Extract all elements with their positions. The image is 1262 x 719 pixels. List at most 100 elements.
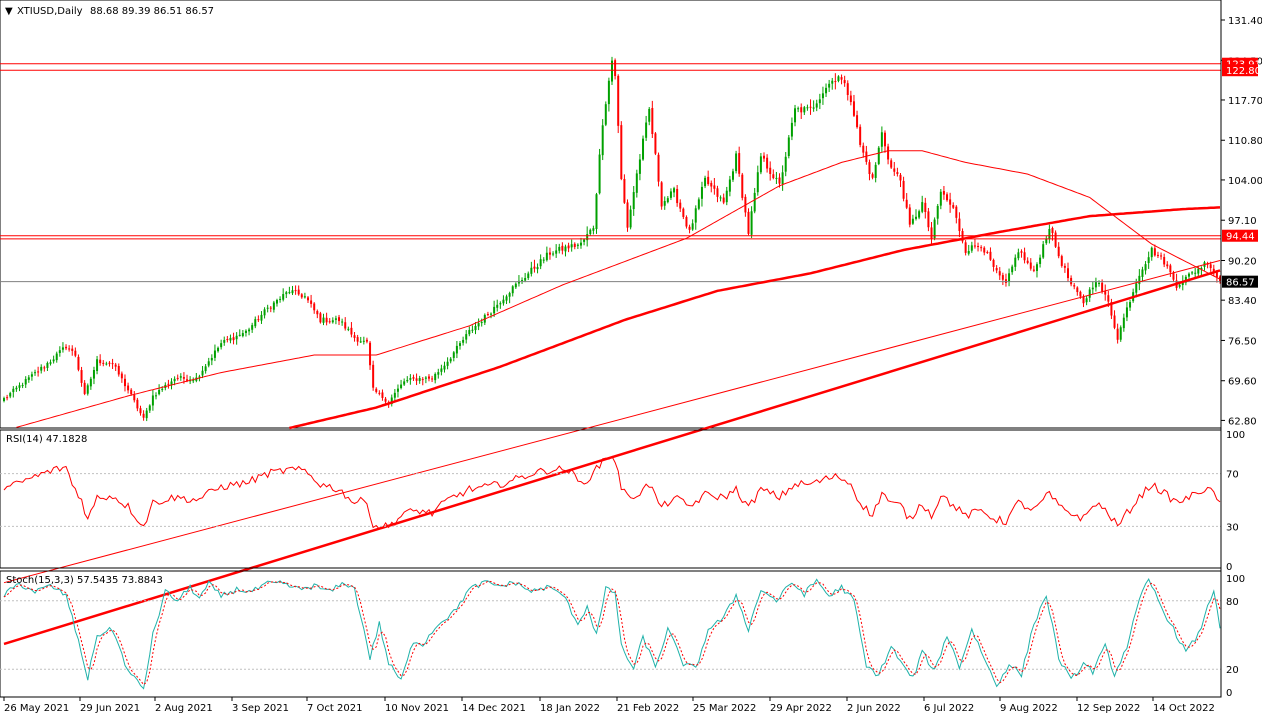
candle-body <box>552 253 555 255</box>
candle-body <box>601 125 604 156</box>
candle-body <box>440 368 443 372</box>
candle-body <box>1129 302 1132 308</box>
price-tick-label: 76.50 <box>1228 336 1257 347</box>
candle-body <box>1057 246 1060 257</box>
candle-body <box>666 198 669 203</box>
candle-body <box>527 273 530 279</box>
candle-body <box>576 244 579 246</box>
candle-body <box>173 378 176 382</box>
candle-body <box>1001 275 1004 280</box>
candle-body <box>1197 268 1200 274</box>
chart-area: 131.40124.50117.70110.80104.0097.1090.20… <box>0 0 1262 719</box>
candle-body <box>1088 289 1091 298</box>
candle-body <box>316 311 319 315</box>
candle-body <box>555 250 558 254</box>
candle-body <box>840 77 843 80</box>
candle-body <box>415 378 418 381</box>
stoch-tick-label: 80 <box>1226 597 1239 608</box>
candle-body <box>955 206 958 218</box>
candle-body <box>248 329 251 332</box>
candle-body <box>952 205 955 208</box>
candle-body <box>812 107 815 109</box>
candle-body <box>133 394 136 401</box>
candle-body <box>431 378 434 380</box>
candle-body <box>272 302 275 310</box>
candle-body <box>896 172 899 175</box>
candle-body <box>949 199 952 205</box>
candle-body <box>1042 244 1045 258</box>
price-level-label: 94.44 <box>1226 232 1255 243</box>
candle-body <box>291 290 294 294</box>
rsi-title: RSI(14) 47.1828 <box>6 434 87 445</box>
candle-body <box>30 374 33 377</box>
price-level-label: 122.80 <box>1226 66 1261 77</box>
candle-body <box>260 314 263 321</box>
candle-body <box>204 366 207 372</box>
candle-body <box>632 192 635 210</box>
candle-body <box>1094 282 1097 288</box>
candle-body <box>275 299 278 304</box>
candle-body <box>446 361 449 366</box>
candle-body <box>331 320 334 323</box>
candle-body <box>130 389 133 395</box>
candle-body <box>1011 266 1014 273</box>
candle-body <box>1014 257 1017 267</box>
candle-body <box>1020 251 1023 253</box>
candle-body <box>421 379 424 381</box>
candle-body <box>102 362 105 364</box>
candle-body <box>68 348 71 350</box>
candle-body <box>694 208 697 223</box>
candle-body <box>731 171 734 180</box>
candle-body <box>443 365 446 370</box>
candle-body <box>1029 262 1032 269</box>
candle-body <box>471 329 474 331</box>
candle-body <box>1079 291 1082 297</box>
candle-body <box>294 290 297 292</box>
candle-body <box>58 350 61 354</box>
candle-body <box>254 319 257 327</box>
candle-body <box>558 246 561 251</box>
candle-body <box>648 108 651 122</box>
candle-body <box>220 343 223 348</box>
candle-body <box>877 147 880 164</box>
stoch-title: Stoch(15,3,3) 57.5435 73.8843 <box>6 575 163 586</box>
candle-body <box>973 245 976 247</box>
candle-body <box>6 397 9 399</box>
candle-body <box>794 108 797 123</box>
candle-body <box>797 108 800 110</box>
candle-body <box>1098 282 1101 284</box>
candle-body <box>400 384 403 389</box>
candle-body <box>406 379 409 382</box>
candle-body <box>753 192 756 212</box>
candle-body <box>99 359 102 364</box>
candle-body <box>496 304 499 308</box>
candle-body <box>921 202 924 212</box>
candle-body <box>43 367 46 369</box>
candle-body <box>939 191 942 206</box>
candle-body <box>589 229 592 235</box>
x-tick-label: 10 Nov 2021 <box>385 703 449 714</box>
candle-body <box>1122 317 1125 329</box>
candle-body <box>384 398 387 402</box>
candle-body <box>251 325 254 330</box>
candle-body <box>583 239 586 242</box>
candle-body <box>651 108 654 135</box>
candle-body <box>880 132 883 147</box>
candle-body <box>235 335 238 340</box>
candle-body <box>465 334 468 340</box>
candle-body <box>958 218 961 231</box>
candle-body <box>347 328 350 330</box>
candle-body <box>359 341 362 343</box>
x-tick-label: 7 Oct 2021 <box>307 703 362 714</box>
candle-body <box>902 180 905 199</box>
candle-body <box>735 153 738 172</box>
stoch-tick-label: 100 <box>1226 574 1245 585</box>
candle-body <box>372 364 375 388</box>
candle-body <box>61 347 64 350</box>
candle-body <box>849 95 852 103</box>
candle-body <box>123 378 126 387</box>
candle-body <box>89 378 92 387</box>
candle-body <box>452 352 455 358</box>
candle-body <box>1125 307 1128 318</box>
collapse-arrow-icon[interactable]: ▼ <box>5 6 13 17</box>
